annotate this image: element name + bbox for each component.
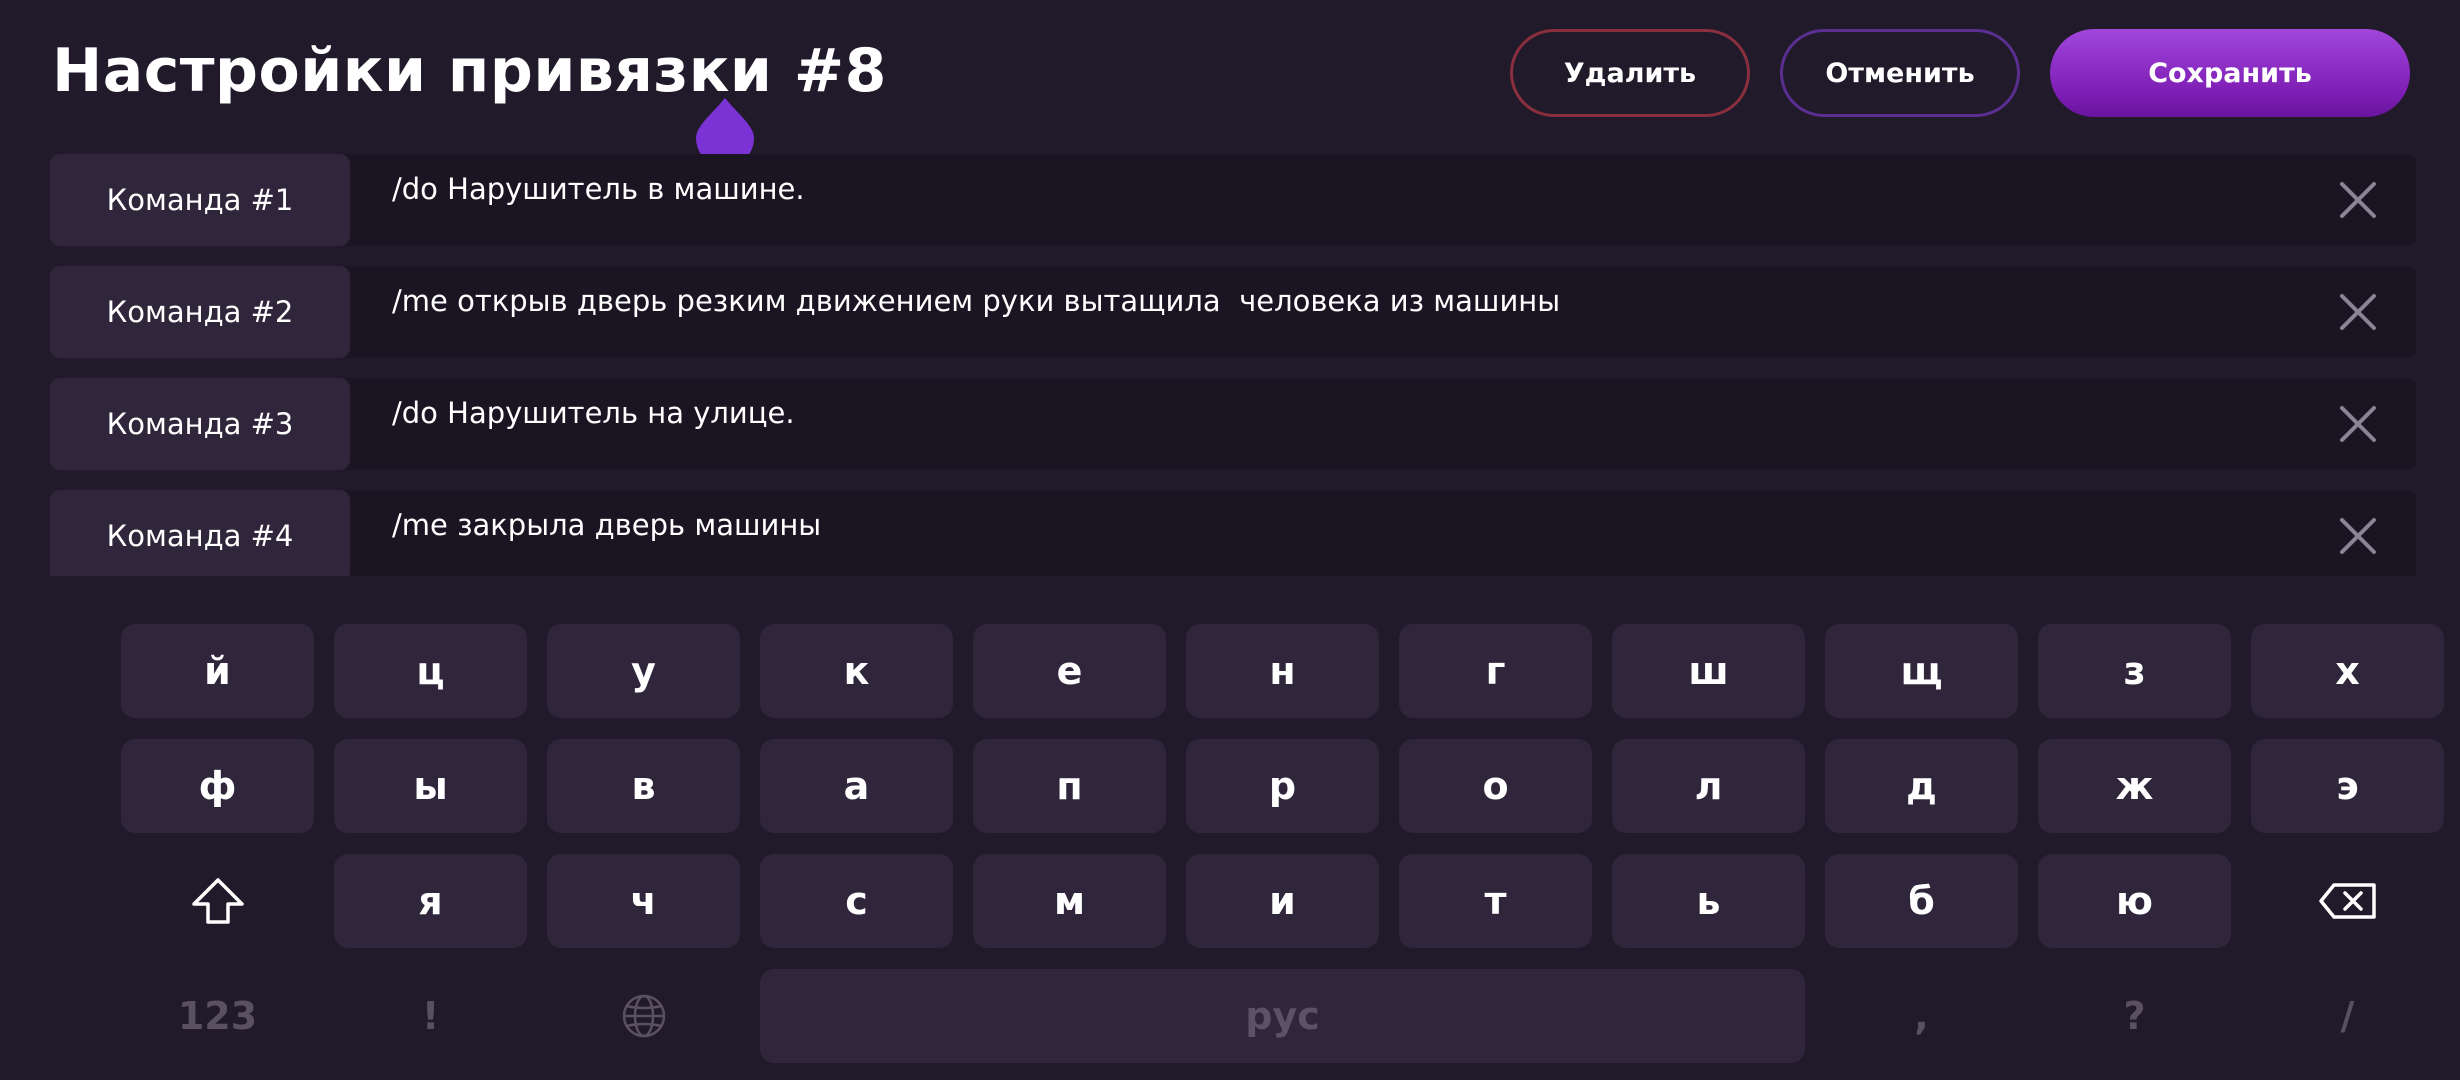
- key[interactable]: и: [1186, 854, 1379, 948]
- key[interactable]: а: [760, 739, 953, 833]
- cancel-button[interactable]: Отменить: [1780, 29, 2020, 117]
- command-label: Команда #2: [50, 266, 350, 358]
- key[interactable]: я: [334, 854, 527, 948]
- shift-arrow-icon: [191, 878, 244, 924]
- slash-key[interactable]: /: [2251, 969, 2444, 1063]
- space-key[interactable]: рус: [760, 969, 1805, 1063]
- key[interactable]: б: [1825, 854, 2018, 948]
- key[interactable]: п: [973, 739, 1166, 833]
- command-input[interactable]: /me открыв дверь резким движением руки в…: [392, 284, 1560, 318]
- key[interactable]: ф: [121, 739, 314, 833]
- key[interactable]: э: [2251, 739, 2444, 833]
- key[interactable]: ы: [334, 739, 527, 833]
- key[interactable]: м: [973, 854, 1166, 948]
- key[interactable]: т: [1399, 854, 1592, 948]
- command-row: Команда #4 /me закрыла дверь машины: [50, 490, 2416, 576]
- key[interactable]: й: [121, 624, 314, 718]
- key[interactable]: к: [760, 624, 953, 718]
- key[interactable]: ж: [2038, 739, 2231, 833]
- backspace-key[interactable]: [2251, 854, 2444, 948]
- save-button[interactable]: Сохранить: [2050, 29, 2410, 117]
- numbers-key[interactable]: 123: [121, 969, 314, 1063]
- command-label: Команда #3: [50, 378, 350, 470]
- key[interactable]: е: [973, 624, 1166, 718]
- key[interactable]: х: [2251, 624, 2444, 718]
- key[interactable]: ч: [547, 854, 740, 948]
- command-input[interactable]: /do Нарушитель в машине.: [392, 172, 805, 206]
- command-row: Команда #2 /me открыв дверь резким движе…: [50, 266, 2416, 358]
- close-x-icon[interactable]: [2336, 514, 2380, 558]
- question-key[interactable]: ?: [2038, 969, 2231, 1063]
- page-title: Настройки привязки #8: [52, 36, 887, 106]
- key[interactable]: ю: [2038, 854, 2231, 948]
- backspace-icon: [2318, 883, 2376, 919]
- key[interactable]: о: [1399, 739, 1592, 833]
- exclamation-key[interactable]: !: [334, 969, 527, 1063]
- key[interactable]: с: [760, 854, 953, 948]
- command-row: Команда #3 /do Нарушитель на улице.: [50, 378, 2416, 470]
- key[interactable]: г: [1399, 624, 1592, 718]
- key[interactable]: ц: [334, 624, 527, 718]
- command-label: Команда #1: [50, 154, 350, 246]
- key[interactable]: в: [547, 739, 740, 833]
- command-input[interactable]: /me закрыла дверь машины: [392, 508, 821, 542]
- shift-key[interactable]: [121, 854, 314, 948]
- command-list: Команда #1 /do Нарушитель в машине. Кома…: [50, 154, 2416, 576]
- close-x-icon[interactable]: [2336, 178, 2380, 222]
- key[interactable]: з: [2038, 624, 2231, 718]
- key[interactable]: у: [547, 624, 740, 718]
- key[interactable]: ш: [1612, 624, 1805, 718]
- delete-button[interactable]: Удалить: [1510, 29, 1750, 117]
- key[interactable]: д: [1825, 739, 2018, 833]
- key[interactable]: н: [1186, 624, 1379, 718]
- key[interactable]: р: [1186, 739, 1379, 833]
- key[interactable]: ь: [1612, 854, 1805, 948]
- command-input[interactable]: /do Нарушитель на улице.: [392, 396, 795, 430]
- key[interactable]: л: [1612, 739, 1805, 833]
- comma-key[interactable]: ,: [1825, 969, 2018, 1063]
- language-key[interactable]: [547, 969, 740, 1063]
- close-x-icon[interactable]: [2336, 290, 2380, 334]
- command-row: Команда #1 /do Нарушитель в машине.: [50, 154, 2416, 246]
- command-label: Команда #4: [50, 490, 350, 576]
- key[interactable]: щ: [1825, 624, 2018, 718]
- close-x-icon[interactable]: [2336, 402, 2380, 446]
- globe-icon: [622, 994, 665, 1038]
